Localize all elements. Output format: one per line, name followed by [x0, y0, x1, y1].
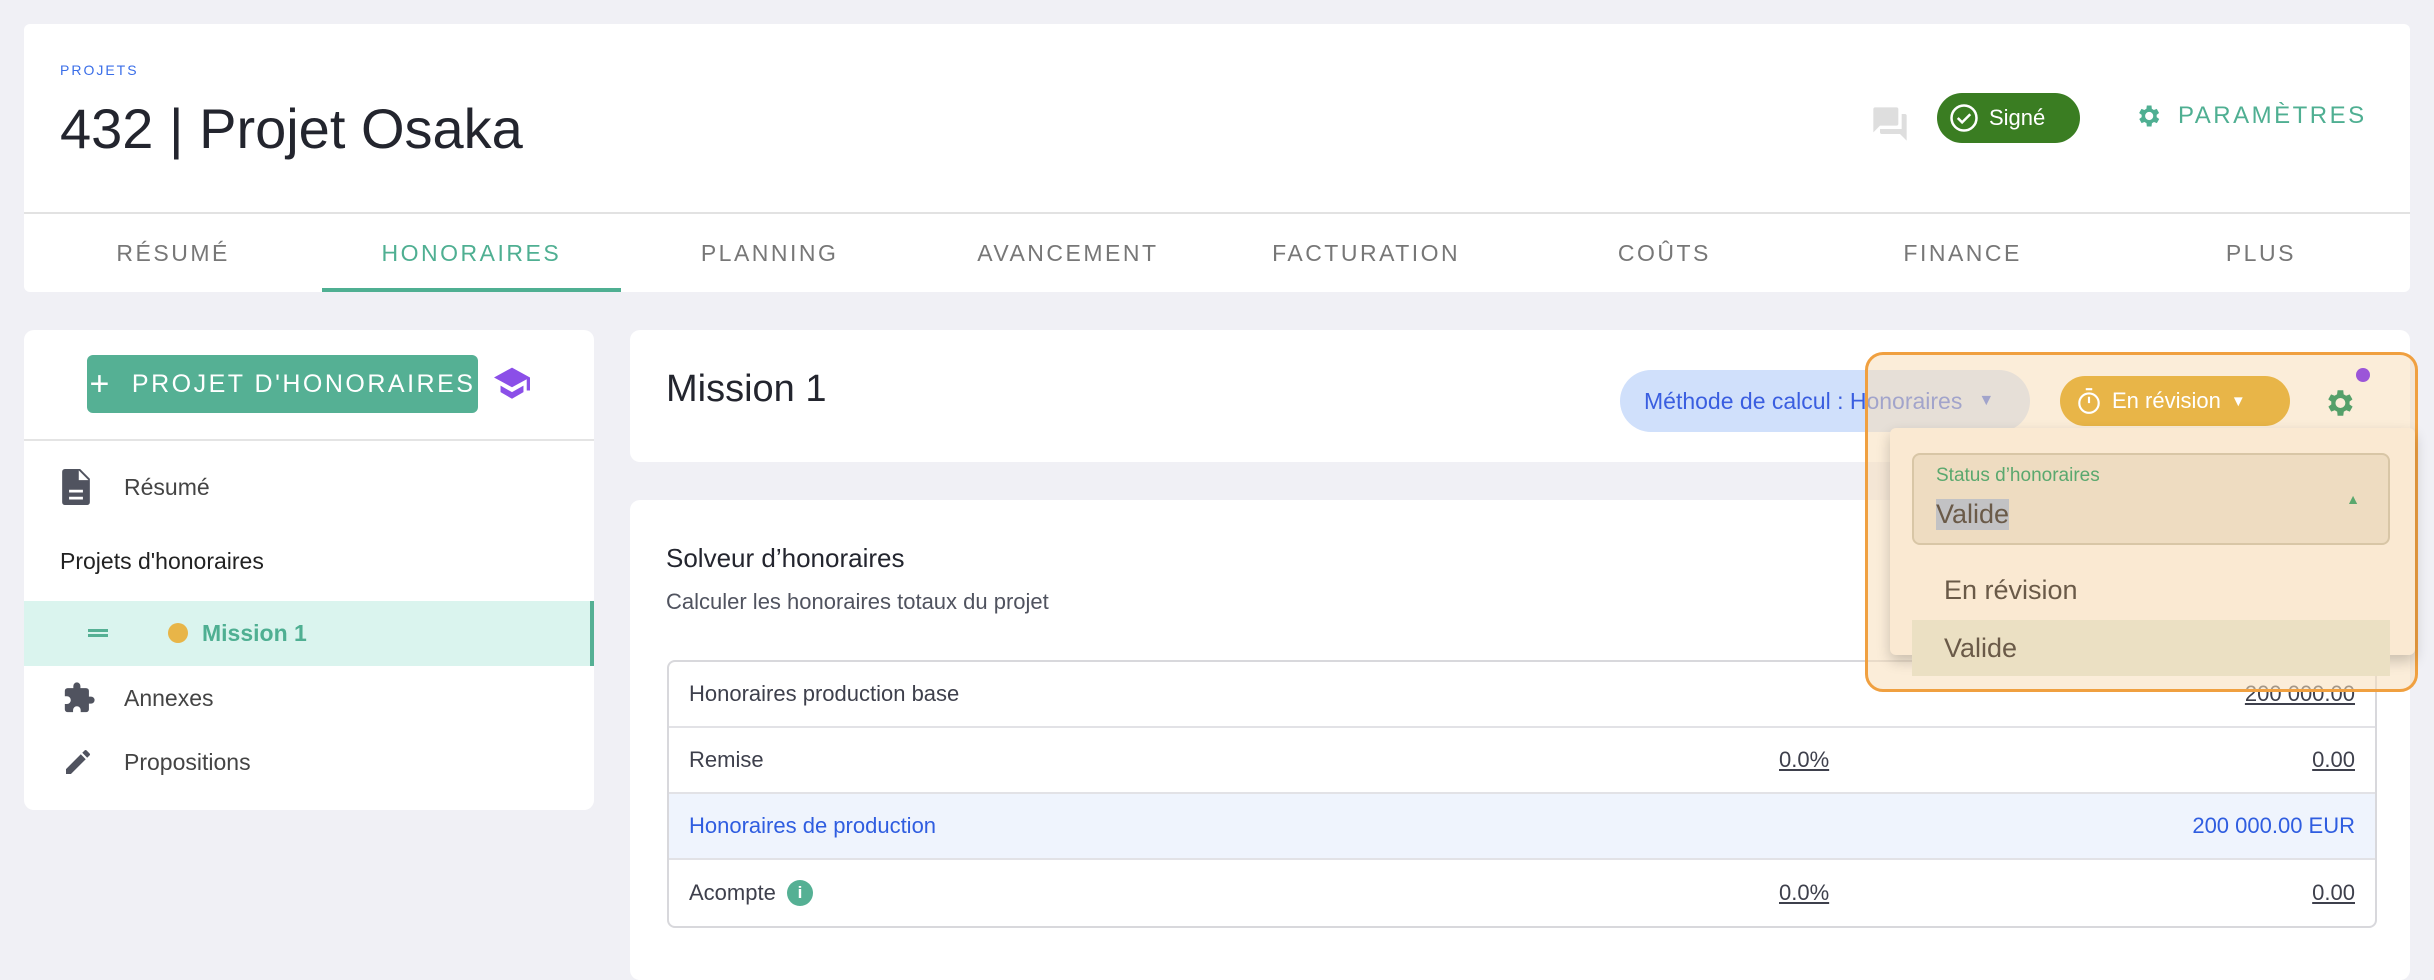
row-value[interactable]: 0.00 [2312, 747, 2355, 773]
gear-icon[interactable] [2322, 386, 2356, 425]
tab-plus[interactable]: PLUS [2112, 214, 2410, 292]
sidebar: + PROJET D'HONORAIRES Résumé Projets d'h… [24, 330, 594, 810]
plus-icon: + [89, 364, 112, 403]
add-fee-project-label: PROJET D'HONORAIRES [131, 369, 476, 398]
row-label: Honoraires production base [689, 681, 960, 706]
sidebar-item-label: Propositions [124, 748, 251, 775]
breadcrumb[interactable]: PROJETS [60, 62, 139, 78]
row-value[interactable]: 200 000.00 [2245, 681, 2355, 707]
caret-down-icon: ▼ [1978, 392, 1995, 409]
tab-planning[interactable]: PLANNING [621, 214, 919, 292]
tab-facturation[interactable]: FACTURATION [1217, 214, 1515, 292]
row-label: Acompte [689, 880, 776, 905]
caret-up-icon: ▲ [2346, 491, 2360, 507]
table-row: Remise 0.0% 0.00 [669, 728, 2375, 794]
caret-down-icon: ▼ [2230, 392, 2246, 410]
mission-title: Mission 1 [666, 368, 827, 410]
row-percent[interactable]: 0.0% [1779, 747, 1829, 773]
fee-table: Honoraires production base 200 000.00 Re… [667, 660, 2377, 928]
page-title: 432 | Projet Osaka [60, 97, 523, 160]
sidebar-item-resume[interactable]: Résumé [24, 455, 594, 519]
tab-bar: RÉSUMÉ HONORAIRES PLANNING AVANCEMENT FA… [24, 214, 2410, 292]
tab-resume[interactable]: RÉSUMÉ [24, 214, 322, 292]
table-row: Honoraires de production 200 000.00 EUR [669, 794, 2375, 860]
settings-button[interactable]: PARAMÈTRES [2134, 102, 2367, 130]
fee-status-select[interactable]: Status d’honoraires Valide ▲ [1912, 453, 2390, 545]
info-icon[interactable]: i [787, 880, 813, 906]
row-value[interactable]: 0.00 [2312, 880, 2355, 906]
pencil-icon [66, 750, 90, 774]
sidebar-item-label: Résumé [124, 473, 210, 500]
sidebar-item-label: Annexes [124, 684, 214, 711]
fee-status-dropdown[interactable]: En révision ▼ [2060, 376, 2290, 426]
solver-subtitle: Calculer les honoraires totaux du projet [666, 589, 1049, 614]
gear-icon [2139, 105, 2160, 127]
section-label: Projets d'honoraires [60, 547, 264, 574]
sidebar-item-propositions[interactable]: Propositions [24, 730, 594, 794]
add-fee-project-button[interactable]: + PROJET D'HONORAIRES [87, 355, 478, 413]
row-value: 200 000.00 EUR [2192, 813, 2355, 838]
row-label: Honoraires de production [689, 813, 937, 838]
check-circle-icon [1950, 104, 1978, 132]
sidebar-item-label: Mission 1 [202, 620, 307, 646]
tab-finance[interactable]: FINANCE [1814, 214, 2112, 292]
field-label: Status d’honoraires [1936, 465, 2100, 486]
solver-title: Solveur d’honoraires [666, 543, 905, 573]
settings-label: PARAMÈTRES [2178, 102, 2367, 129]
status-dot [168, 623, 188, 643]
project-header: PROJETS 432 | Projet Osaka Signé PARAMÈT… [24, 24, 2410, 292]
status-badge-label: Signé [1989, 105, 2046, 130]
tab-honoraires[interactable]: HONORAIRES [322, 214, 621, 292]
drag-handle-icon[interactable] [88, 629, 108, 637]
notification-dot [2356, 368, 2370, 382]
puzzle-icon [64, 682, 95, 713]
sidebar-section-fee-projects: Projets d'honoraires [24, 529, 594, 593]
timer-icon [2078, 388, 2100, 414]
sidebar-divider [24, 439, 594, 441]
calculation-method-dropdown[interactable]: Méthode de calcul : Honoraires ▼ [1620, 370, 2030, 432]
tab-avancement[interactable]: AVANCEMENT [919, 214, 1217, 292]
fee-status-label: En révision [2112, 388, 2221, 413]
tab-couts[interactable]: COÛTS [1515, 214, 1813, 292]
sidebar-item-annexes[interactable]: Annexes [24, 666, 594, 730]
document-icon [62, 469, 90, 505]
calculation-method-label: Méthode de calcul : Honoraires [1644, 387, 1963, 414]
sidebar-item-mission-1[interactable]: Mission 1 [24, 601, 594, 666]
graduation-cap-icon[interactable] [492, 366, 532, 407]
option-en-revision[interactable]: En révision [1912, 562, 2390, 618]
chat-icon[interactable] [1870, 104, 1910, 149]
status-badge[interactable]: Signé [1937, 93, 2080, 143]
row-label: Remise [689, 747, 764, 772]
option-valide[interactable]: Valide [1912, 620, 2390, 676]
row-percent[interactable]: 0.0% [1779, 880, 1829, 906]
table-row: Acompte i 0.0% 0.00 [669, 860, 2375, 926]
field-value: Valide [1936, 499, 2010, 530]
